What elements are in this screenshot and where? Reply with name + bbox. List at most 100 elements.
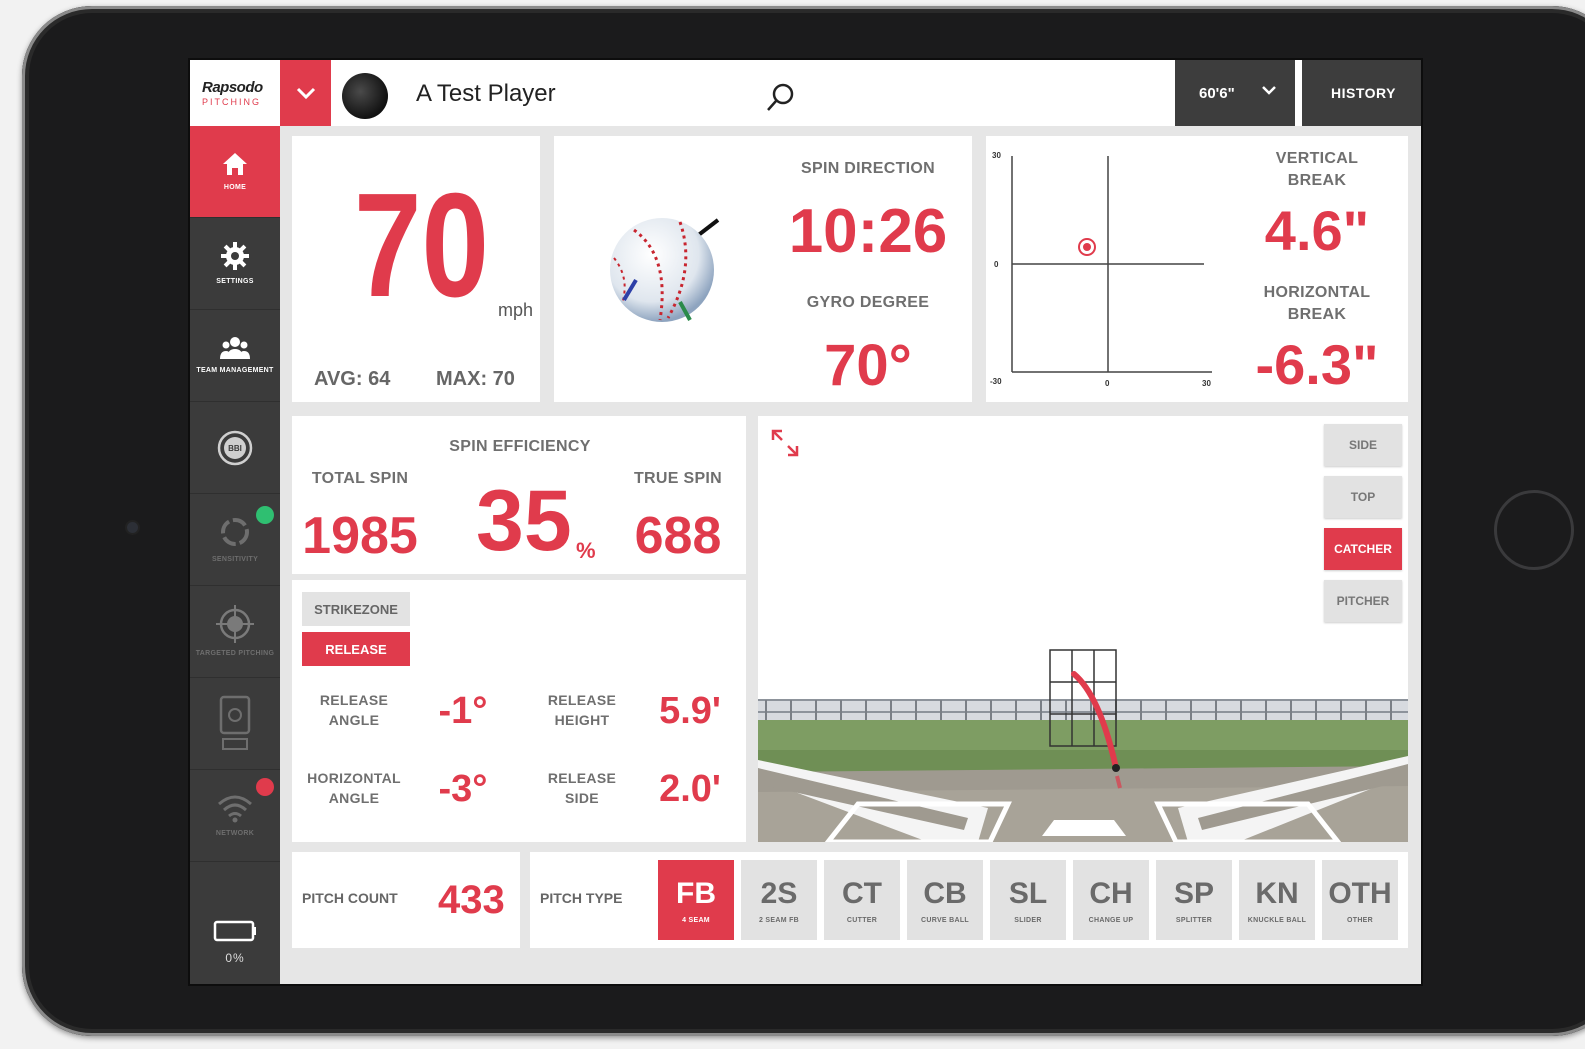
pitch-type-ch[interactable]: CH CHANGE UP bbox=[1073, 860, 1149, 940]
sidebar-item-network[interactable]: NETWORK bbox=[190, 770, 280, 862]
distance-dropdown[interactable]: 60'6" bbox=[1175, 60, 1295, 126]
spin-direction-value: 10:26 bbox=[788, 197, 948, 266]
sidebar-item-label: TARGETED PITCHING bbox=[195, 650, 275, 657]
tab-release[interactable]: RELEASE bbox=[302, 632, 410, 666]
sidebar-item-bbi[interactable]: BBI bbox=[190, 402, 280, 494]
axis-label-top: 30 bbox=[992, 151, 1001, 160]
vertical-break-label-line2: BREAK bbox=[1287, 172, 1347, 189]
pitch-type-kn[interactable]: KN KNUCKLE BALL bbox=[1239, 860, 1315, 940]
horizontal-angle-label-line2: ANGLE bbox=[328, 790, 380, 806]
sidebar-item-device[interactable] bbox=[190, 678, 280, 770]
sidebar-item-settings[interactable]: SETTINGS bbox=[190, 218, 280, 310]
battery-percent: 0% bbox=[225, 951, 245, 965]
search-button[interactable] bbox=[764, 82, 796, 119]
pitch-name: CHANGE UP bbox=[1088, 916, 1134, 924]
player-avatar[interactable] bbox=[342, 73, 388, 119]
wifi-icon bbox=[218, 795, 252, 823]
true-spin-value: 688 bbox=[634, 507, 722, 565]
spin-direction-panel: SPIN DIRECTION 10:26 GYRO DEGREE 70° bbox=[554, 136, 972, 402]
pitch-type-oth[interactable]: OTH OTHER bbox=[1322, 860, 1398, 940]
chevron-down-icon bbox=[1262, 86, 1276, 95]
field-scene bbox=[758, 416, 1408, 842]
expand-icon[interactable] bbox=[770, 428, 800, 458]
pitch-count-panel: PITCH COUNT 433 bbox=[292, 852, 520, 948]
spin-efficiency-label: SPIN EFFICIENCY bbox=[449, 438, 591, 455]
release-height-label: RELEASE HEIGHT bbox=[522, 690, 642, 730]
release-height-label-line1: RELEASE bbox=[547, 692, 617, 708]
break-panel: 30 0 -30 0 30 VERTICAL BREAK 4.6" HORIZO… bbox=[986, 136, 1408, 402]
gyro-degree-value: 70° bbox=[824, 333, 912, 398]
chevron-down-icon bbox=[296, 87, 315, 100]
view-top-button[interactable]: TOP bbox=[1324, 476, 1402, 518]
release-side-value: 2.0' bbox=[659, 768, 721, 810]
view-pitcher-button[interactable]: PITCHER bbox=[1324, 580, 1402, 622]
spin-direction-label: SPIN DIRECTION bbox=[801, 160, 935, 177]
total-spin-label: TOTAL SPIN bbox=[311, 470, 409, 487]
pitch-name: 2 SEAM FB bbox=[758, 916, 800, 924]
pitch-type-cb[interactable]: CB CURVE BALL bbox=[907, 860, 983, 940]
trajectory-3d-view: SIDE TOP CATCHER PITCHER bbox=[758, 416, 1408, 842]
horizontal-break-value: -6.3" bbox=[1255, 333, 1379, 396]
target-icon bbox=[216, 605, 254, 643]
pitch-count-value: 433 bbox=[438, 878, 505, 922]
pitch-code: SL bbox=[1008, 876, 1048, 910]
pitch-code: OTH bbox=[1328, 876, 1392, 910]
camera-icon bbox=[127, 522, 138, 533]
pitch-type-2s[interactable]: 2S 2 SEAM FB bbox=[741, 860, 817, 940]
pitch-code: FB bbox=[676, 876, 716, 910]
sidebar-item-label: SETTINGS bbox=[216, 278, 254, 285]
team-icon bbox=[220, 337, 250, 359]
battery-status: 0% bbox=[190, 896, 280, 984]
pitch-code: CB bbox=[923, 876, 967, 910]
player-dropdown-button[interactable] bbox=[280, 60, 331, 126]
pitch-code: 2S bbox=[760, 876, 798, 910]
app-screen: Rapsodo PITCHING A Test Player 60'6" HIS… bbox=[188, 58, 1423, 986]
pitch-name: SLIDER bbox=[1014, 916, 1042, 924]
pitch-name: CURVE BALL bbox=[921, 916, 969, 924]
horizontal-angle-value: -3° bbox=[438, 768, 488, 810]
horizontal-angle-label: HORIZONTAL ANGLE bbox=[294, 768, 414, 808]
distance-value: 60'6" bbox=[1199, 84, 1235, 102]
release-panel: STRIKEZONE RELEASE RELEASE ANGLE -1° REL… bbox=[292, 580, 746, 842]
sidebar-item-label: NETWORK bbox=[215, 830, 255, 837]
axis-label-middle: 0 bbox=[994, 260, 999, 269]
pitch-type-ct[interactable]: CT CUTTER bbox=[824, 860, 900, 940]
release-side-label-line2: SIDE bbox=[565, 790, 599, 806]
true-spin-label: TRUE SPIN bbox=[633, 470, 723, 487]
release-angle-label-line2: ANGLE bbox=[328, 712, 380, 728]
sidebar-item-team-management[interactable]: TEAM MANAGEMENT bbox=[190, 310, 280, 402]
home-hardware-button[interactable] bbox=[1494, 490, 1574, 570]
home-icon bbox=[223, 153, 247, 175]
pitch-code: KN bbox=[1255, 876, 1299, 910]
horizontal-break-label: HORIZONTAL BREAK bbox=[1226, 282, 1408, 326]
pitch-type-sl[interactable]: SL SLIDER bbox=[990, 860, 1066, 940]
header: Rapsodo PITCHING A Test Player 60'6" HIS… bbox=[190, 60, 1421, 126]
search-icon bbox=[767, 83, 794, 111]
release-height-value: 5.9' bbox=[659, 690, 721, 732]
pitch-type-fb[interactable]: FB 4 SEAM bbox=[658, 860, 734, 940]
release-side-label-line1: RELEASE bbox=[547, 770, 617, 786]
gear-icon bbox=[221, 242, 249, 270]
axis-label-right: 30 bbox=[1202, 379, 1211, 388]
total-spin-value: 1985 bbox=[302, 507, 418, 565]
logo-subtext: PITCHING bbox=[202, 97, 262, 107]
player-name: A Test Player bbox=[416, 80, 556, 107]
bbi-icon: BBI bbox=[217, 430, 253, 465]
tab-strikezone[interactable]: STRIKEZONE bbox=[302, 592, 410, 626]
app-logo: Rapsodo PITCHING bbox=[190, 60, 280, 126]
device-icon bbox=[219, 695, 251, 750]
view-side-button[interactable]: SIDE bbox=[1324, 424, 1402, 466]
spin-efficiency-panel: SPIN EFFICIENCY TOTAL SPIN 1985 35 % TRU… bbox=[292, 416, 746, 574]
velocity-panel: 70 mph AVG: 64 MAX: 70 bbox=[292, 136, 540, 402]
pitch-name: OTHER bbox=[1347, 916, 1373, 924]
velocity-unit: mph bbox=[498, 300, 534, 320]
pitch-name: 4 SEAM bbox=[682, 916, 710, 924]
view-catcher-button[interactable]: CATCHER bbox=[1324, 528, 1402, 570]
sidebar-item-home[interactable]: HOME bbox=[190, 126, 280, 218]
sidebar-item-targeted-pitching[interactable]: TARGETED PITCHING bbox=[190, 586, 280, 678]
pitch-type-sp[interactable]: SP SPLITTER bbox=[1156, 860, 1232, 940]
sidebar-item-sensitivity[interactable]: SENSITIVITY bbox=[190, 494, 280, 586]
status-error-badge bbox=[256, 778, 274, 796]
sensitivity-icon bbox=[221, 518, 249, 546]
history-button[interactable]: HISTORY bbox=[1302, 60, 1421, 126]
